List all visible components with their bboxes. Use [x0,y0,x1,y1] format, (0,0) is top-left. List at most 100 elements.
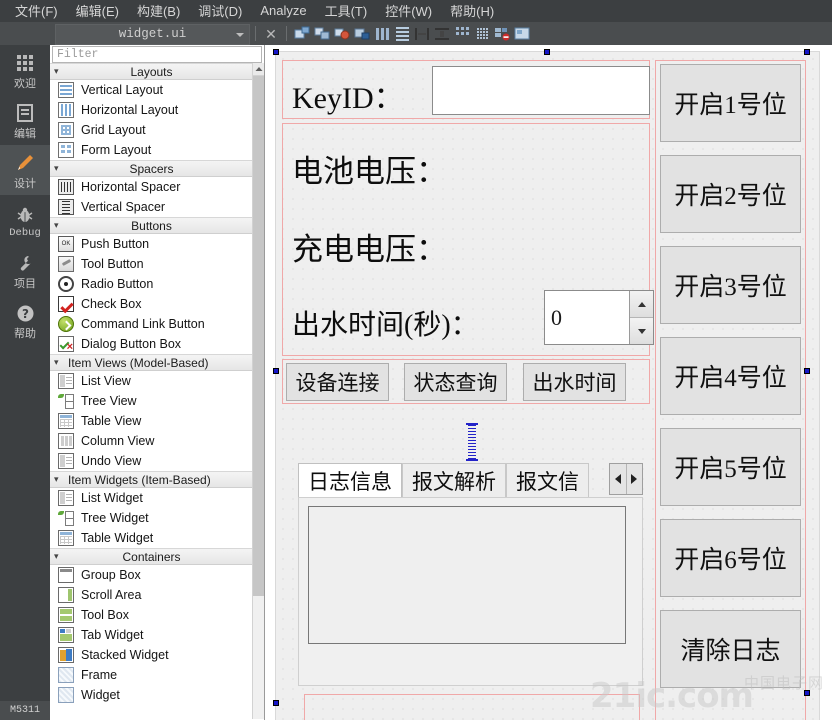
widget-item[interactable]: Form Layout [50,140,253,160]
selection-handle-top-left[interactable] [273,49,279,55]
scrollbar-thumb[interactable] [253,76,264,596]
menu-item-tools[interactable]: 工具(T) [316,0,377,23]
widget-item[interactable]: Tool Button [50,254,253,274]
vertical-spacer[interactable] [466,423,478,461]
widget-item[interactable]: Horizontal Layout [50,100,253,120]
widget-category-header[interactable]: ▾ Spacers [50,160,253,177]
edit-tab-order-icon[interactable] [353,25,371,43]
chevron-down-icon[interactable]: ▾ [54,358,59,367]
spinbox-buttons[interactable] [629,291,653,344]
widget-category-header[interactable]: ▾ Containers [50,548,253,565]
edit-signals-slots-icon[interactable] [313,25,331,43]
open-slot-4-button[interactable]: 开启4号位 [660,337,801,415]
menu-item-widgets[interactable]: 控件(W) [376,0,441,23]
selection-handle-mid-left[interactable] [273,368,279,374]
status-fields-layout[interactable]: 电池电压： 充电电压： 出水时间(秒)： 0 [282,123,654,356]
water-time-spinbox[interactable]: 0 [544,290,654,345]
layout-horizontally-icon[interactable] [373,25,391,43]
selection-handle-bottom-left[interactable] [273,700,279,706]
widget-filter-input[interactable]: Filter [52,46,262,63]
status-query-button[interactable]: 状态查询 [404,363,507,401]
document-tab-widget-ui[interactable]: widget.ui [55,23,250,45]
widget-box-scrollbar[interactable] [252,63,264,719]
mode-projects[interactable]: 项目 [0,245,50,295]
widget-item[interactable]: Horizontal Spacer [50,177,253,197]
chevron-down-icon[interactable]: ▾ [54,552,59,561]
tab-scroll-buttons[interactable] [609,463,643,495]
chevron-down-icon[interactable]: ▾ [54,164,59,173]
form-design-canvas[interactable]: KeyID： 电池电压： 充电电压： 出水时间(秒)： 0 设备连接 状态查询 … [265,45,832,720]
open-slot-5-button[interactable]: 开启5号位 [660,428,801,506]
widget-item[interactable]: Table View [50,411,253,431]
widget-item[interactable]: Scroll Area [50,585,253,605]
tab-log-info[interactable]: 日志信息 [298,463,402,497]
water-time-value[interactable]: 0 [545,291,629,344]
menu-item-file[interactable]: 文件(F) [6,0,67,23]
selection-handle-mid-right[interactable] [804,368,810,374]
adjust-size-icon[interactable] [513,25,531,43]
edit-widgets-icon[interactable] [293,25,311,43]
open-slot-1-button[interactable]: 开启1号位 [660,64,801,142]
tab-message-parse[interactable]: 报文解析 [402,463,506,497]
bottom-spacer-layout[interactable] [304,694,640,720]
log-tab-widget[interactable]: 日志信息 报文解析 报文信 [298,461,643,686]
widget-category-header[interactable]: ▾ Layouts [50,63,253,80]
mode-debug[interactable]: Debug [0,195,50,245]
widget-category-header[interactable]: ▾ Item Widgets (Item-Based) [50,471,253,488]
keyid-row-layout[interactable]: KeyID： [282,60,650,119]
mode-help[interactable]: ? 帮助 [0,295,50,345]
widget-item[interactable]: Radio Button [50,274,253,294]
open-slot-2-button[interactable]: 开启2号位 [660,155,801,233]
mode-welcome[interactable]: 欢迎 [0,45,50,95]
right-buttons-layout[interactable]: 开启1号位 开启2号位 开启3号位 开启4号位 开启5号位 开启6号位 清除日志 [655,60,806,720]
scroll-up-icon[interactable] [253,63,264,76]
widget-item[interactable]: List View [50,371,253,391]
widget-item[interactable]: Widget [50,685,253,705]
widget-item[interactable]: Stacked Widget [50,645,253,665]
layout-form-icon[interactable] [453,25,471,43]
menu-item-analyze[interactable]: Analyze [251,1,315,21]
arrow-left-icon[interactable] [610,464,627,494]
open-slot-6-button[interactable]: 开启6号位 [660,519,801,597]
close-icon[interactable]: ✕ [262,25,280,43]
mode-edit[interactable]: 编辑 [0,95,50,145]
widget-item[interactable]: Column View [50,431,253,451]
edit-buddies-icon[interactable] [333,25,351,43]
widget-item[interactable]: Tree View [50,391,253,411]
widget-item[interactable]: Dialog Button Box [50,334,253,354]
mode-design[interactable]: 设计 [0,145,50,195]
chevron-down-icon[interactable]: ▾ [54,67,59,76]
menu-item-debug[interactable]: 调试(D) [189,0,251,23]
widget-category-header[interactable]: ▾ Buttons [50,217,253,234]
chevron-down-icon[interactable]: ▾ [54,475,59,484]
menu-item-edit[interactable]: 编辑(E) [67,0,128,23]
menu-item-build[interactable]: 构建(B) [128,0,189,23]
layout-splitter-vertical-icon[interactable] [433,25,451,43]
widget-item[interactable]: Grid Layout [50,120,253,140]
selection-handle-bottom-right[interactable] [804,690,810,696]
spinbox-down-icon[interactable] [630,318,653,344]
action-buttons-layout[interactable]: 设备连接 状态查询 出水时间 [282,359,650,404]
widget-item[interactable]: List Widget [50,488,253,508]
widget-item[interactable]: Undo View [50,451,253,471]
connect-device-button[interactable]: 设备连接 [286,363,389,401]
layout-vertically-icon[interactable] [393,25,411,43]
widget-item[interactable]: Vertical Spacer [50,197,253,217]
widget-item[interactable]: Table Widget [50,528,253,548]
menu-item-help[interactable]: 帮助(H) [441,0,503,23]
selection-handle-top-right[interactable] [804,49,810,55]
tab-message-info[interactable]: 报文信 [506,463,589,497]
break-layout-icon[interactable] [493,25,511,43]
open-slot-3-button[interactable]: 开启3号位 [660,246,801,324]
widget-item[interactable]: Check Box [50,294,253,314]
widget-item[interactable]: Tab Widget [50,625,253,645]
chevron-down-icon[interactable] [236,32,244,37]
widget-item[interactable]: Tool Box [50,605,253,625]
widget-item[interactable]: Command Link Button [50,314,253,334]
widget-item[interactable]: Vertical Layout [50,80,253,100]
form-root-widget[interactable]: KeyID： 电池电压： 充电电压： 出水时间(秒)： 0 设备连接 状态查询 … [273,49,820,720]
widget-item[interactable]: Push Button [50,234,253,254]
selection-handle-top-mid[interactable] [544,49,550,55]
water-time-button[interactable]: 出水时间 [523,363,626,401]
spinbox-up-icon[interactable] [630,291,653,318]
